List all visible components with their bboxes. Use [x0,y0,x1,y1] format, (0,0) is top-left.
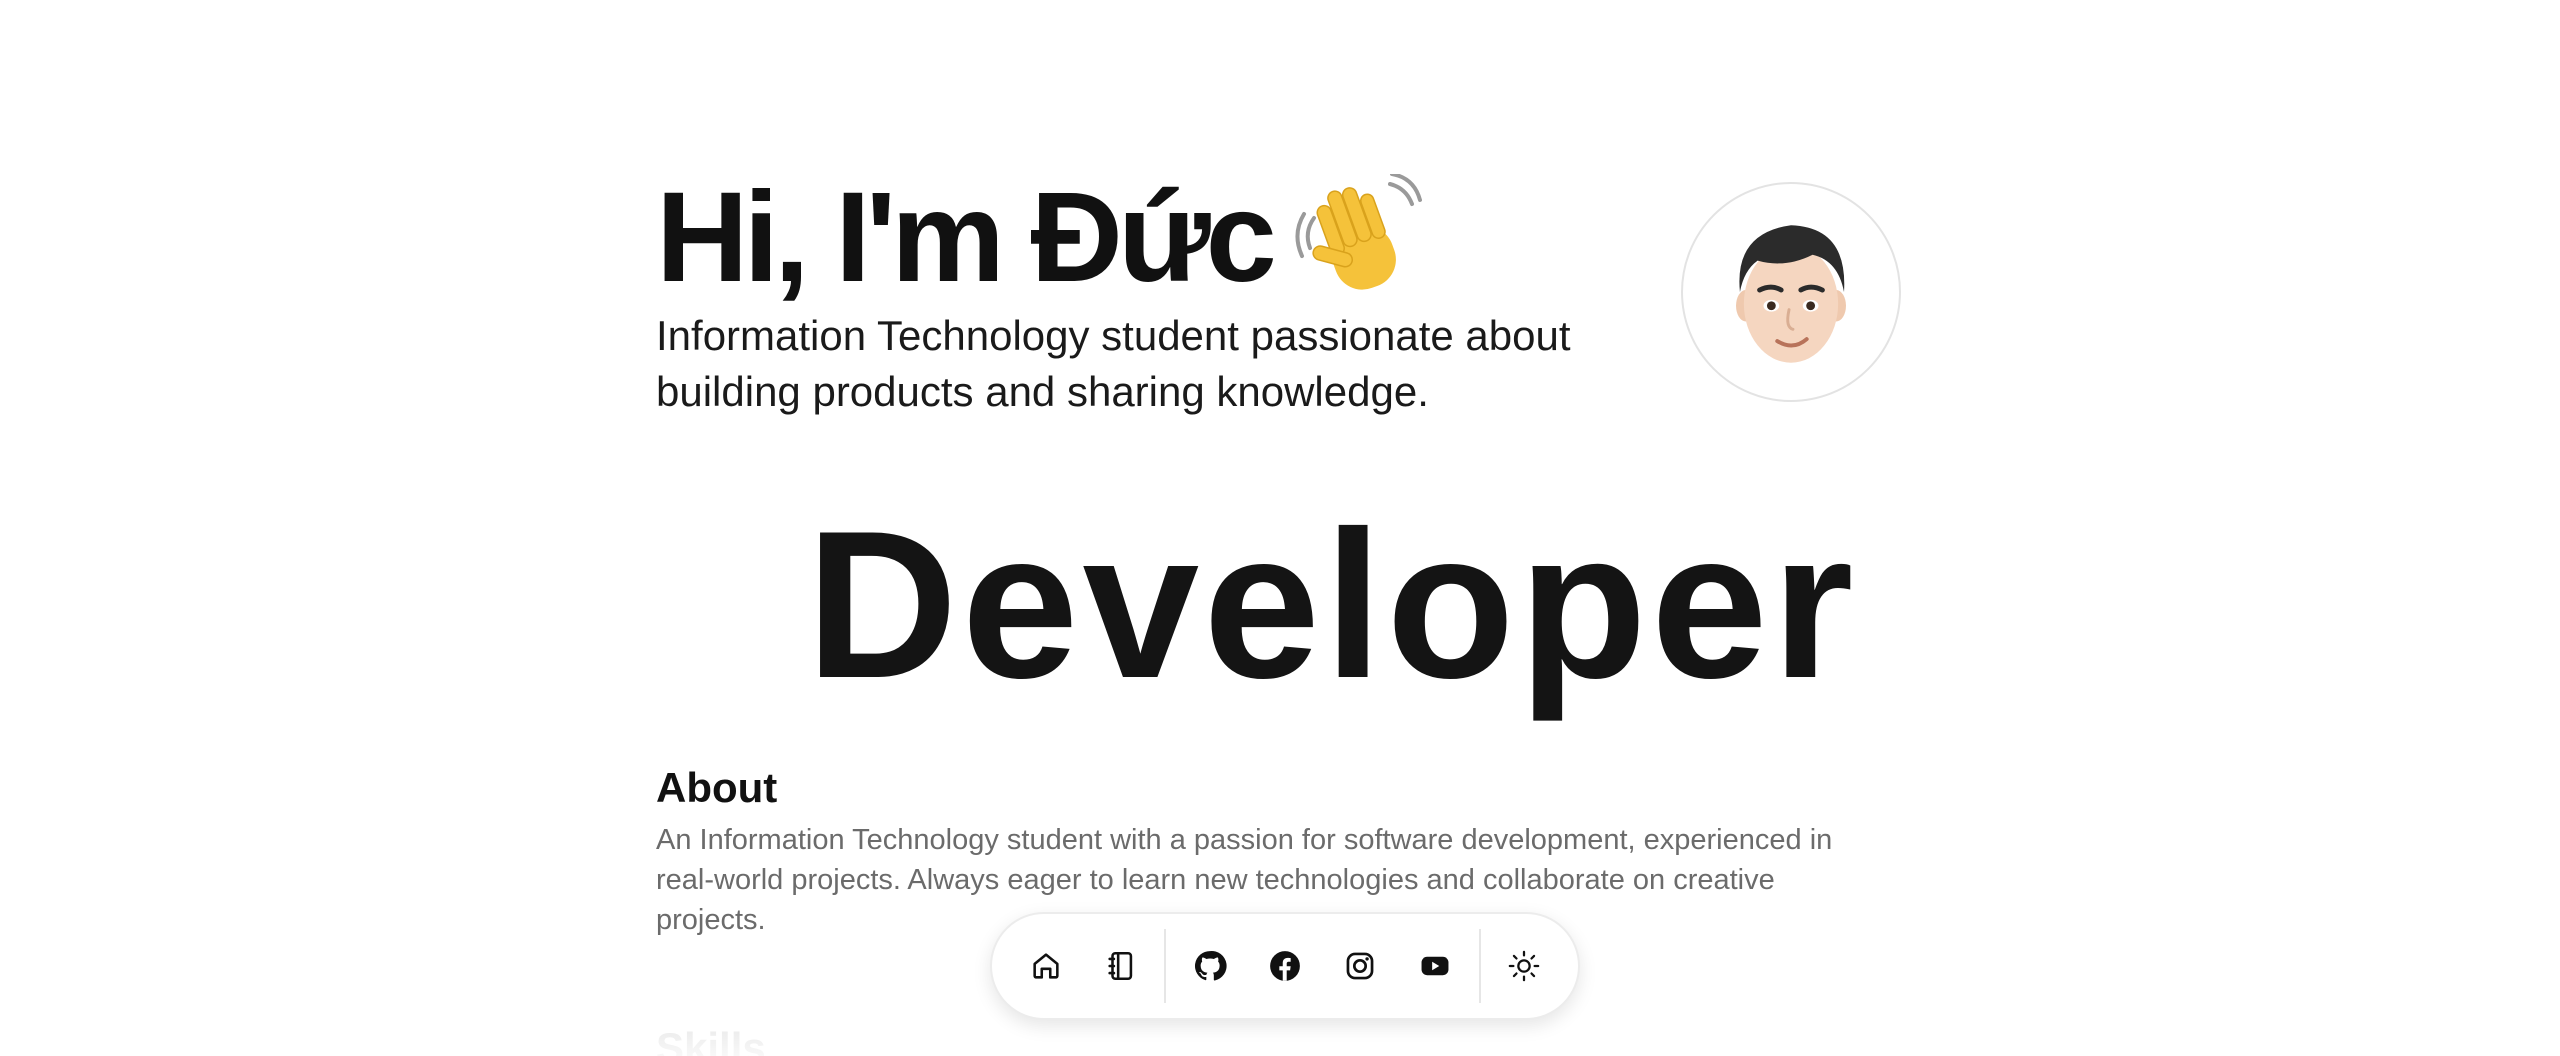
dock-divider [1478,929,1481,1003]
theme-toggle-button[interactable] [1492,931,1557,1001]
skills-heading: Skills [656,1024,766,1056]
instagram-icon [1346,952,1374,980]
waving-hand-icon [1294,172,1422,302]
greeting-text: Hi, I'm Đức [656,166,1277,309]
hero-greeting: Hi, I'm Đức [656,168,1422,308]
youtube-link[interactable] [1403,931,1468,1001]
sun-icon [1509,950,1540,982]
memoji-avatar-icon [1736,225,1846,363]
notebook-icon [1108,951,1132,981]
facebook-link[interactable] [1252,931,1317,1001]
home-button[interactable] [1013,931,1078,1001]
youtube-icon [1421,956,1449,976]
github-link[interactable] [1177,931,1242,1001]
blog-button[interactable] [1088,931,1153,1001]
dock-divider [1164,929,1167,1003]
home-icon [1032,953,1059,979]
instagram-link[interactable] [1328,931,1393,1001]
dock-navigation [990,912,1580,1020]
portfolio-page: Hi, I'm Đức Information Technology stude… [0,0,2560,1056]
hero-tagline: Information Technology student passionat… [656,312,1571,415]
github-icon [1194,951,1227,981]
avatar [1681,182,1901,402]
hero-section: Hi, I'm Đức Information Technology stude… [656,168,1906,428]
developer-banner: Developer [806,487,1858,722]
facebook-icon [1270,951,1300,981]
about-heading: About [656,764,778,811]
